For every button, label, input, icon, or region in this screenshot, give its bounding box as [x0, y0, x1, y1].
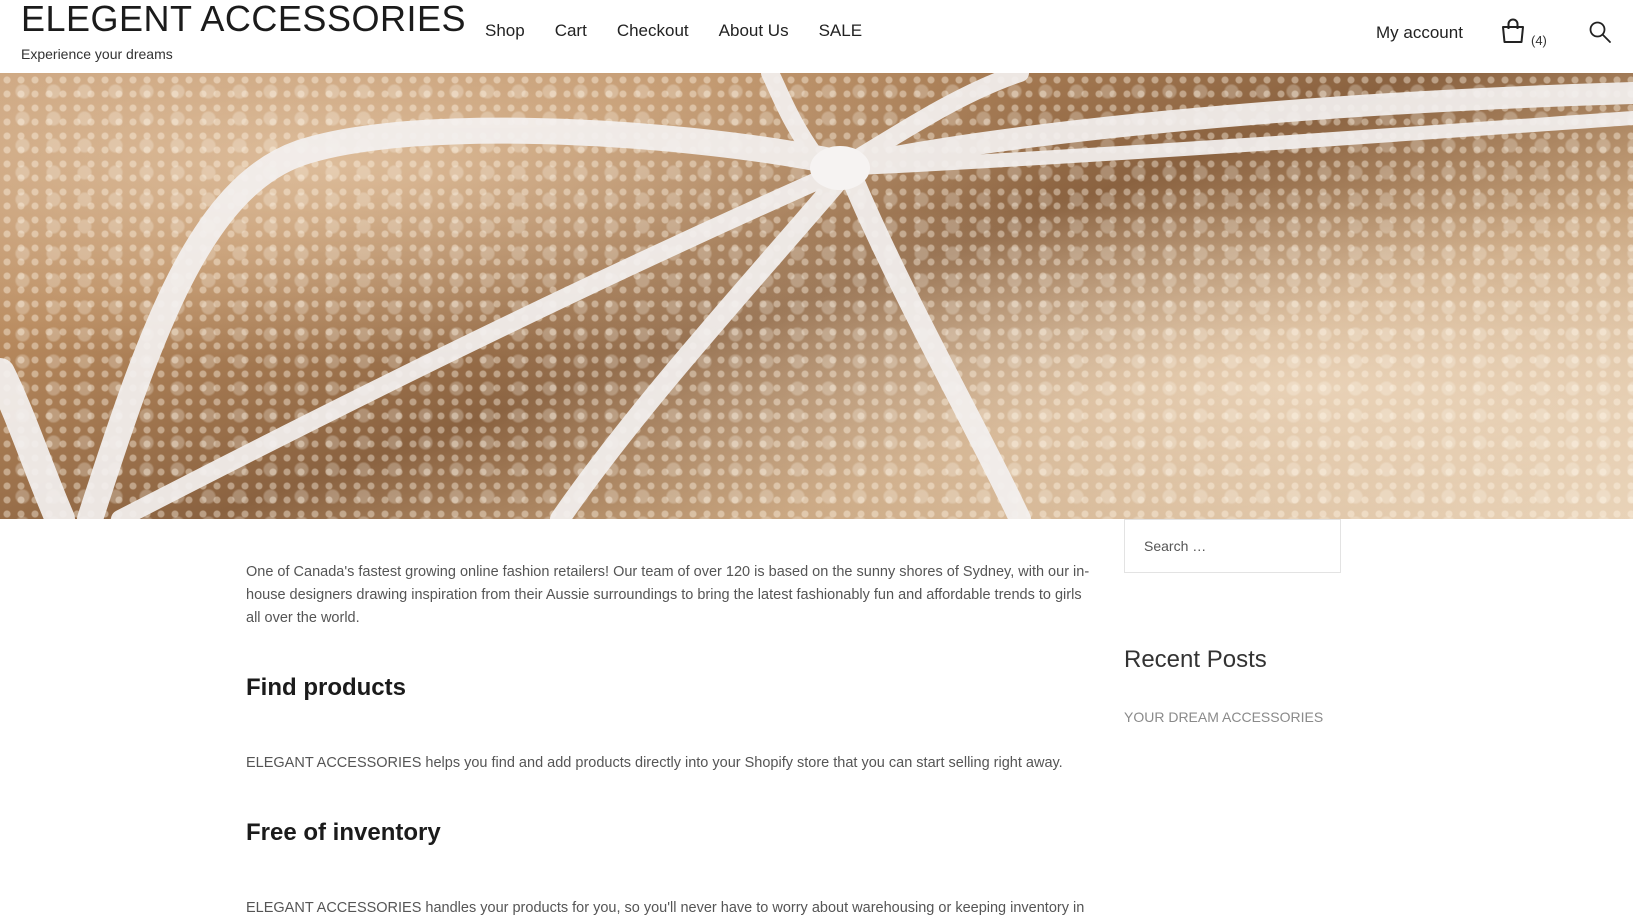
site-header: ELEGENT ACCESSORIES Experience your drea… [0, 0, 1633, 73]
sidebar-search-field[interactable] [1124, 519, 1341, 573]
nav-item-shop[interactable]: Shop [485, 21, 525, 41]
nav-item-cart[interactable]: Cart [555, 21, 587, 41]
site-tagline: Experience your dreams [21, 46, 173, 62]
cart-count-badge: (4) [1531, 33, 1547, 48]
section-heading-find-products: Find products [246, 674, 406, 701]
nav-item-about-us[interactable]: About Us [719, 21, 789, 41]
sidebar-search-input[interactable] [1125, 520, 1340, 572]
section-text-find-products: ELEGANT ACCESSORIES helps you find and a… [246, 755, 1063, 771]
main-nav: Shop Cart Checkout About Us SALE [485, 21, 892, 41]
header-search-button[interactable] [1588, 20, 1612, 49]
nav-item-checkout[interactable]: Checkout [617, 21, 689, 41]
site-title[interactable]: ELEGENT ACCESSORIES [21, 0, 466, 38]
brand: ELEGENT ACCESSORIES Experience your drea… [21, 0, 466, 62]
nav-item-sale[interactable]: SALE [819, 21, 862, 41]
cart-button[interactable]: (4) [1500, 18, 1547, 49]
section-text-free-of-inventory: ELEGANT ACCESSORIES handles your product… [246, 900, 1085, 916]
shopping-bag-icon [1500, 18, 1526, 49]
my-account-link[interactable]: My account [1376, 23, 1463, 43]
ribbon-graphic [0, 73, 1633, 519]
search-icon [1588, 21, 1612, 48]
recent-posts-title: Recent Posts [1124, 646, 1267, 673]
intro-paragraph: One of Canada's fastest growing online f… [246, 564, 1090, 626]
recent-post-link[interactable]: YOUR DREAM ACCESSORIES [1124, 709, 1323, 725]
hero-image [0, 73, 1633, 519]
section-heading-free-of-inventory: Free of inventory [246, 819, 441, 846]
